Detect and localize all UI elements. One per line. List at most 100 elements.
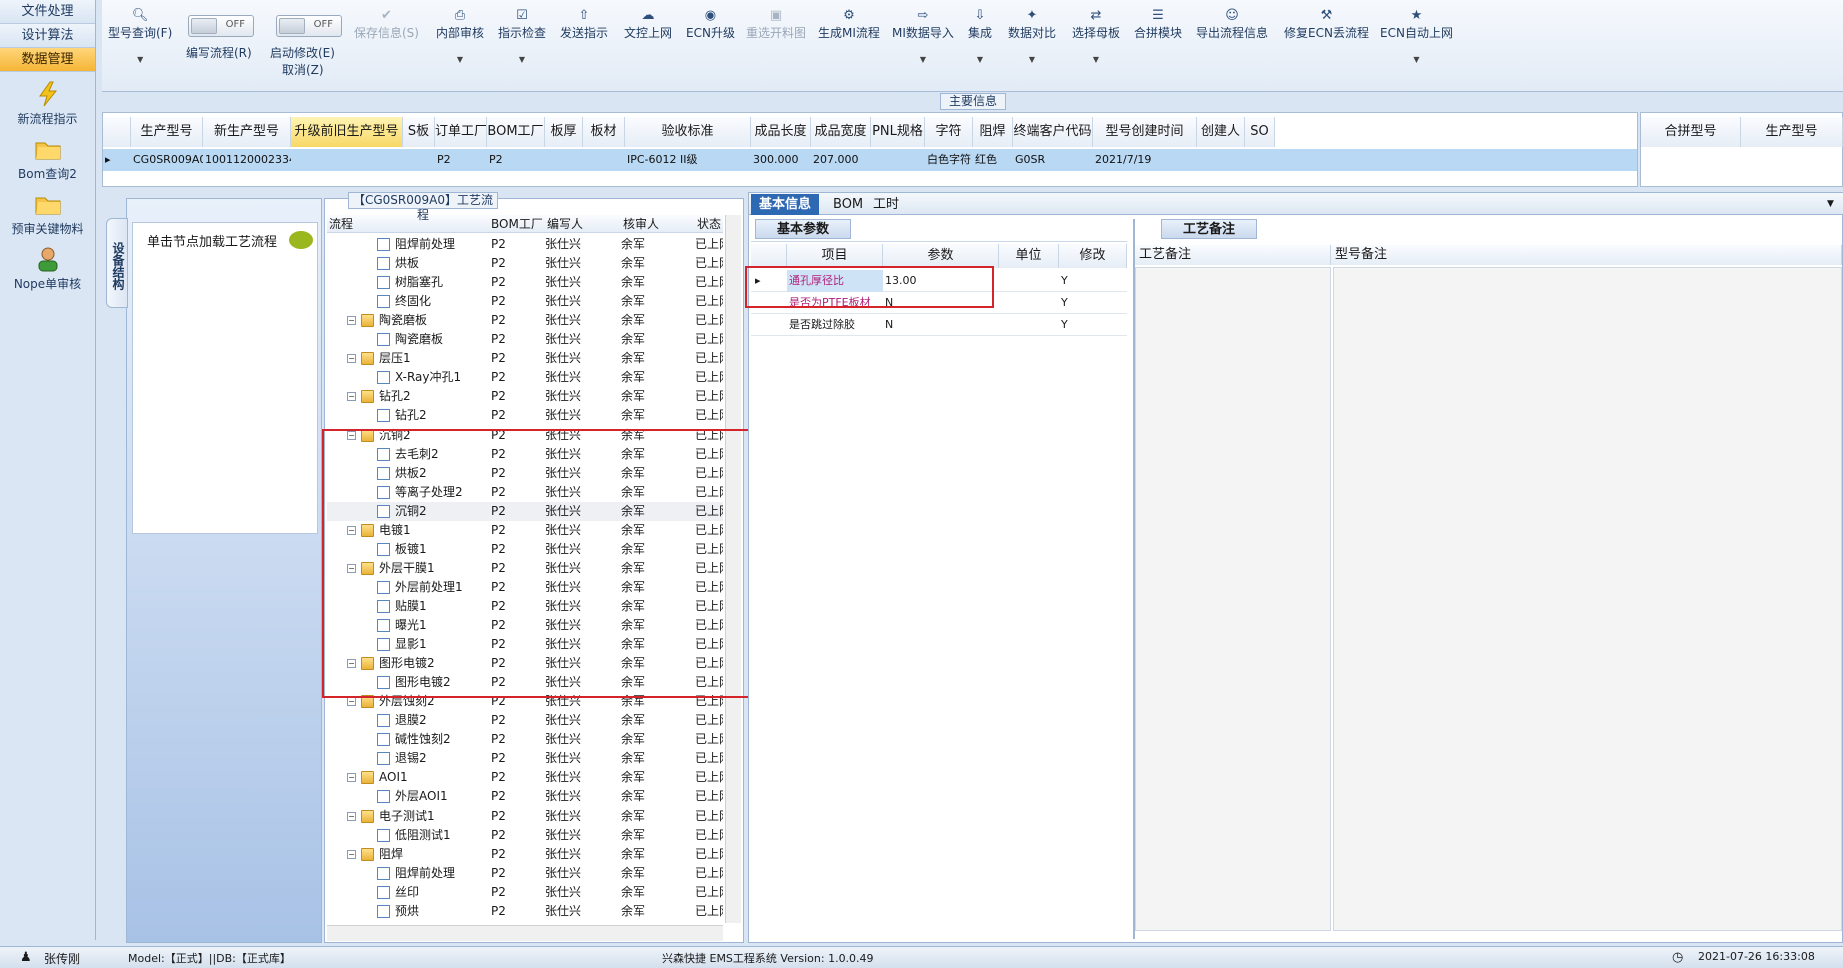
- tree-node[interactable]: 外层前处理1 P2 张仕兴 余军 已上网: [327, 578, 723, 597]
- tree-node[interactable]: − 电子测试1 P2 张仕兴 余军 已上网: [327, 807, 723, 826]
- tree-node[interactable]: − 阻焊 P2 张仕兴 余军 已上网: [327, 845, 723, 864]
- collapse-icon[interactable]: −: [347, 563, 356, 573]
- main-col-header[interactable]: 成品长度: [751, 117, 811, 147]
- col-type-memo[interactable]: 型号备注: [1331, 245, 1842, 265]
- main-cell[interactable]: P2: [435, 149, 487, 171]
- main-col-header[interactable]: 阻焊: [973, 117, 1013, 147]
- tree-node[interactable]: − 图形电镀2 P2 张仕兴 余军 已上网: [327, 654, 723, 673]
- save-info-button[interactable]: ✔ 保存信息(S): [354, 8, 419, 41]
- collapse-icon[interactable]: −: [347, 392, 356, 402]
- merge-module-button[interactable]: ☰ 合拼模块: [1134, 8, 1182, 41]
- merge-col-header[interactable]: 生产型号: [1741, 117, 1843, 147]
- data-compare-button[interactable]: ✦ 数据对比 ▼: [1008, 8, 1056, 64]
- tree-node[interactable]: 退锡2 P2 张仕兴 余军 已上网: [327, 749, 723, 768]
- gen-mi-flow-button[interactable]: ⚙ 生成MI流程: [818, 8, 880, 41]
- nav-tab-file[interactable]: 文件处理: [0, 0, 95, 24]
- main-col-header[interactable]: 验收标准: [625, 117, 751, 147]
- tree-node[interactable]: − AOI1 P2 张仕兴 余军 已上网: [327, 768, 723, 787]
- tab-basic-info[interactable]: 基本信息: [751, 194, 820, 215]
- nav-item-prereview[interactable]: 预审关键物料: [0, 190, 95, 237]
- main-cell[interactable]: [1245, 149, 1275, 171]
- doc-upload-button[interactable]: ☁ 文控上网: [624, 8, 672, 41]
- collapse-icon[interactable]: −: [347, 430, 356, 440]
- main-cell[interactable]: [291, 149, 403, 171]
- main-cell[interactable]: IPC-6012 II级: [625, 149, 751, 171]
- tree-node[interactable]: 阻焊前处理 P2 张仕兴 余军 已上网: [327, 864, 723, 883]
- col-item[interactable]: 项目: [787, 244, 883, 268]
- main-cell[interactable]: 10011200023346: [203, 149, 291, 171]
- param-modify[interactable]: Y: [1059, 292, 1127, 314]
- tree-node[interactable]: 等离子处理2 P2 张仕兴 余军 已上网: [327, 483, 723, 502]
- tree-horizontal-scrollbar[interactable]: [327, 925, 723, 941]
- param-item[interactable]: 通孔厚径比: [787, 270, 883, 292]
- chevron-down-icon[interactable]: ▼: [108, 55, 172, 64]
- tree-node[interactable]: 陶瓷磨板 P2 张仕兴 余军 已上网: [327, 330, 723, 349]
- main-col-header[interactable]: 生产型号: [131, 117, 203, 147]
- equipment-structure-tab[interactable]: 设备结构: [106, 218, 128, 308]
- nav-item-bom-query[interactable]: Bom查询2: [0, 135, 95, 182]
- collapse-icon[interactable]: −: [347, 659, 356, 669]
- cancel-button[interactable]: 取消(Z): [282, 61, 324, 78]
- param-row[interactable]: 是否为PTFE板材 N Y: [751, 292, 1127, 314]
- internal-review-button[interactable]: ⎙ 内部审核 ▼: [436, 8, 484, 64]
- instruction-check-button[interactable]: ☑ 指示检查 ▼: [498, 8, 546, 64]
- main-col-header[interactable]: 字符: [925, 117, 973, 147]
- main-col-header[interactable]: 板材: [583, 117, 625, 147]
- main-col-header[interactable]: 升级前旧生产型号: [291, 117, 403, 147]
- param-row[interactable]: ▸ 通孔厚径比 13.00 Y: [751, 270, 1127, 292]
- edit-flow-toggle[interactable]: OFF: [188, 15, 254, 37]
- param-unit[interactable]: [999, 270, 1059, 292]
- tree-node[interactable]: − 外层蚀刻2 P2 张仕兴 余军 已上网: [327, 692, 723, 711]
- tree-col-writer[interactable]: 编写人: [545, 215, 583, 233]
- tree-node[interactable]: 沉铜2 P2 张仕兴 余军 已上网: [327, 501, 723, 521]
- type-query-button[interactable]: 🔍︎ 型号查询(F) ▼: [108, 8, 172, 64]
- collapse-icon[interactable]: −: [347, 525, 356, 535]
- param-modify[interactable]: Y: [1059, 270, 1127, 292]
- tree-node[interactable]: 显影1 P2 张仕兴 余军 已上网: [327, 635, 723, 654]
- main-cell[interactable]: [545, 149, 583, 171]
- tab-work-hours[interactable]: 工时: [865, 194, 907, 215]
- ecn-auto-button[interactable]: ★ ECN自动上网 ▼: [1380, 8, 1453, 64]
- send-instruction-button[interactable]: ⇧ 发送指示: [560, 8, 608, 41]
- tree-col-bom[interactable]: BOM工厂: [489, 215, 543, 233]
- param-value[interactable]: N: [883, 292, 999, 314]
- type-memo-text[interactable]: [1333, 267, 1842, 931]
- tree-node[interactable]: 曝光1 P2 张仕兴 余军 已上网: [327, 616, 723, 635]
- tree-node[interactable]: 外层AOI1 P2 张仕兴 余军 已上网: [327, 787, 723, 806]
- param-value[interactable]: N: [883, 314, 999, 336]
- col-process-memo[interactable]: 工艺备注: [1135, 245, 1331, 265]
- tree-node[interactable]: − 钻孔2 P2 张仕兴 余军 已上网: [327, 387, 723, 406]
- tree-node[interactable]: 板镀1 P2 张仕兴 余军 已上网: [327, 540, 723, 559]
- tree-node[interactable]: 低阻测试1 P2 张仕兴 余军 已上网: [327, 826, 723, 845]
- main-cell[interactable]: CG0SR009A0: [131, 149, 203, 171]
- param-item[interactable]: 是否跳过除胶: [787, 314, 883, 336]
- tree-node[interactable]: 贴膜1 P2 张仕兴 余军 已上网: [327, 597, 723, 616]
- chevron-down-icon[interactable]: ▼: [892, 55, 954, 64]
- tree-node[interactable]: − 沉铜2 P2 张仕兴 余军 已上网: [327, 426, 723, 445]
- tree-node[interactable]: − 电镀1 P2 张仕兴 余军 已上网: [327, 521, 723, 540]
- param-modify[interactable]: Y: [1059, 314, 1127, 336]
- chevron-down-icon[interactable]: ▼: [1008, 55, 1056, 64]
- main-cell[interactable]: 2021/7/19: [1093, 149, 1197, 171]
- process-memo-text[interactable]: [1135, 267, 1331, 931]
- main-col-header[interactable]: 型号创建时间: [1093, 117, 1197, 147]
- chevron-down-icon[interactable]: ▼: [436, 55, 484, 64]
- ecn-upgrade-button[interactable]: ◉ ECN升级: [686, 8, 735, 41]
- tree-col-status[interactable]: 状态: [695, 215, 721, 233]
- tree-node[interactable]: 烘板2 P2 张仕兴 余军 已上网: [327, 464, 723, 483]
- col-param[interactable]: 参数: [883, 244, 999, 268]
- tree-node[interactable]: 丝印 P2 张仕兴 余军 已上网: [327, 883, 723, 902]
- chevron-down-icon[interactable]: ▼: [1072, 55, 1120, 64]
- main-cell[interactable]: 红色: [973, 149, 1013, 171]
- main-cell[interactable]: [871, 149, 925, 171]
- mi-import-button[interactable]: ⇨ MI数据导入 ▼: [892, 8, 954, 64]
- collapse-icon[interactable]: −: [347, 811, 356, 821]
- tree-node[interactable]: 阻焊前处理 P2 张仕兴 余军 已上网: [327, 235, 723, 254]
- main-col-header[interactable]: BOM工厂: [487, 117, 545, 147]
- nav-tab-data[interactable]: 数据管理: [0, 48, 95, 72]
- main-col-header[interactable]: SO: [1245, 117, 1275, 147]
- main-cell[interactable]: G0SR: [1013, 149, 1093, 171]
- main-grid-row[interactable]: ▸ CG0SR009A010011200023346 P2P2 IPC-6012 II…: [103, 149, 1637, 171]
- collapse-icon[interactable]: −: [347, 697, 356, 707]
- tree-node[interactable]: − 层压1 P2 张仕兴 余军 已上网: [327, 349, 723, 368]
